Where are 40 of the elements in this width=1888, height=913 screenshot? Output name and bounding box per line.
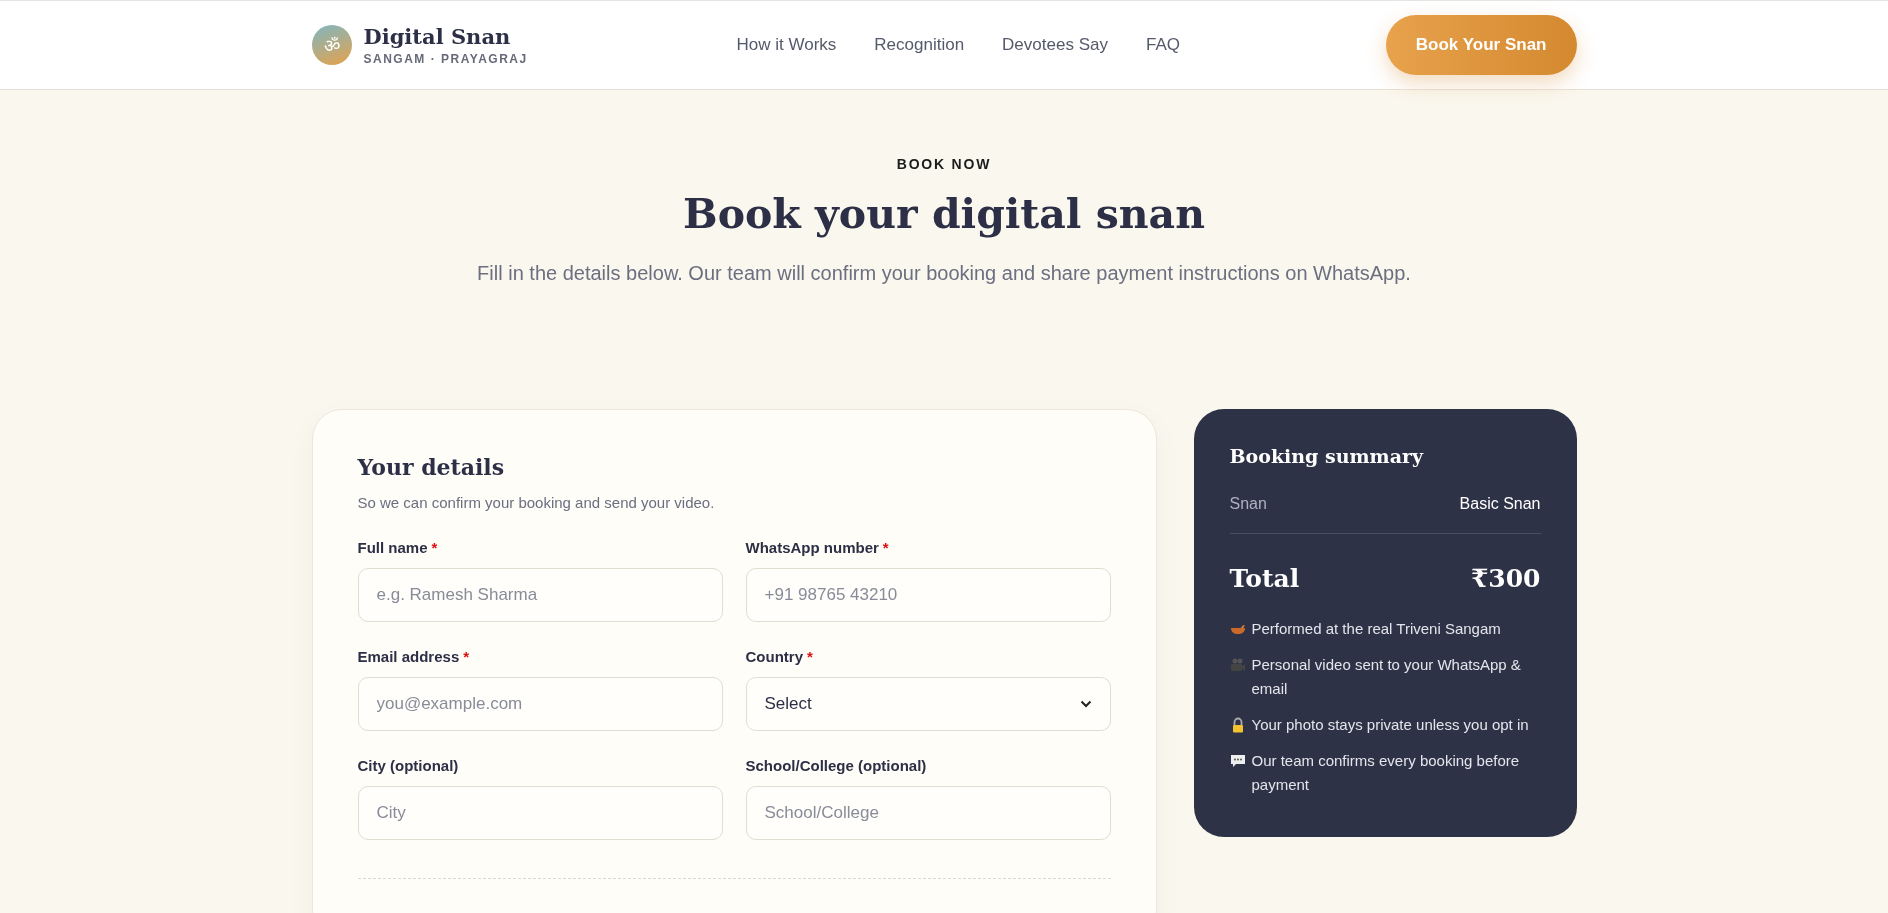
input-field[interactable]: e.g. Ramesh Sharma <box>357 568 723 622</box>
input-field[interactable]: +91 98765 43210 <box>745 568 1111 622</box>
required-asterisk: * <box>807 648 813 665</box>
nav-link[interactable]: How it Works <box>736 35 837 55</box>
brand-tagline: SANGAM · PRAYAGRAJ <box>363 52 528 66</box>
field-label: Country <box>745 648 803 665</box>
required-asterisk: * <box>463 648 470 665</box>
page-title: Book your digital snan <box>683 190 1205 238</box>
required-asterisk: * <box>431 539 438 556</box>
input-field[interactable]: you@example.com <box>357 677 723 731</box>
summary-title: Booking summary <box>1229 445 1425 467</box>
field-label: Full name <box>357 539 428 556</box>
speech-bubble-icon <box>1229 753 1246 769</box>
summary-point: Personal video sent to your WhatsApp & email <box>1251 655 1522 699</box>
page-subtitle: Fill in the details below. Our team will confirm your booking and share payment instructions on WhatsApp. <box>477 262 1411 285</box>
chevron-down-icon <box>1079 700 1092 708</box>
section-eyebrow: BOOK NOW <box>896 156 992 172</box>
field-label: City (optional) <box>357 757 459 774</box>
logo-icon: ॐ <box>311 25 352 65</box>
input-field[interactable]: City <box>357 786 723 840</box>
field-label: Email address <box>357 648 460 665</box>
camera-icon <box>1229 657 1246 673</box>
country-select[interactable]: Select <box>745 677 1111 731</box>
nav-link[interactable]: Recognition <box>874 35 965 55</box>
total-price: ₹300 <box>1470 564 1541 593</box>
summary-point: Performed at the real Triveni Sangam <box>1251 619 1501 639</box>
total-label: Total <box>1229 564 1300 593</box>
form-title: Your details <box>357 454 506 480</box>
summary-point: Our team confirms every booking before payment <box>1251 751 1521 795</box>
summary-label: Snan <box>1229 495 1267 513</box>
input-field[interactable]: School/College <box>745 786 1111 840</box>
nav-link[interactable]: FAQ <box>1145 35 1180 55</box>
summary-value: Basic Snan <box>1459 495 1541 513</box>
nav-link[interactable]: Devotees Say <box>1002 35 1108 55</box>
form-subtitle: So we can confirm your booking and send your video. <box>357 494 716 511</box>
brand-name: Digital Snan <box>363 24 512 49</box>
summary-point: Your photo stays private unless you opt in <box>1251 715 1529 735</box>
required-asterisk: * <box>882 539 889 556</box>
field-label: School/College (optional) <box>745 757 927 774</box>
field-label: WhatsApp number <box>745 539 879 556</box>
